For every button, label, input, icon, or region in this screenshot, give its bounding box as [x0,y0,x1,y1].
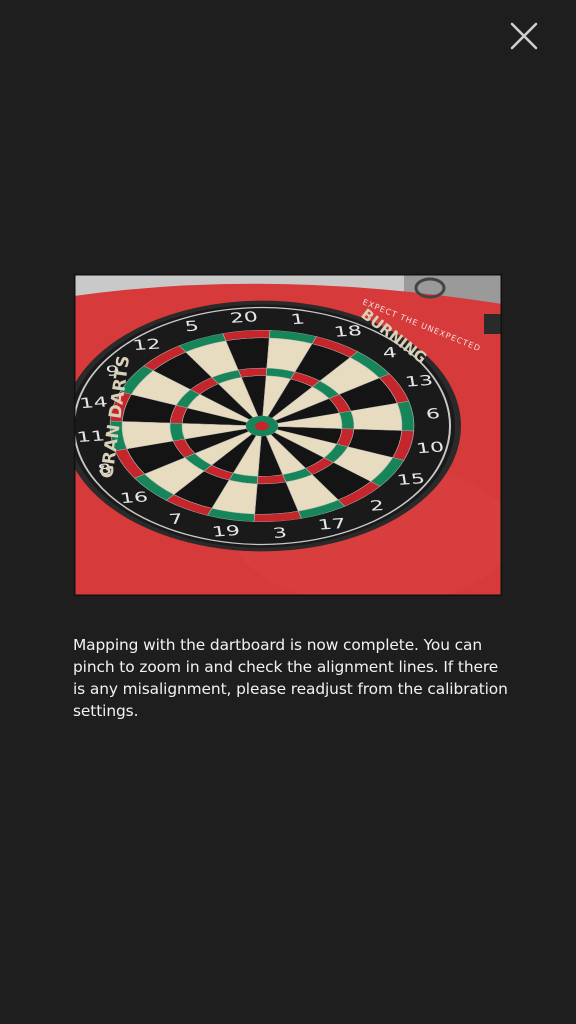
dartboard-image: EXPECT THE UNEXPECTED 20 1184136101521731… [74,274,502,596]
board-number: 18 [333,323,363,341]
board-number: 6 [425,406,442,423]
board-number: 19 [211,523,241,541]
board-number: 3 [272,525,289,542]
board-number: 15 [396,471,426,489]
board-number: 7 [168,511,185,528]
dartboard-mapping-photo[interactable]: EXPECT THE UNEXPECTED 20 1 18 4 13 6 10 15 2 17 3 1… [74,274,502,596]
close-button[interactable] [505,17,543,55]
board-number: 2 [369,498,386,515]
board-number: 16 [119,489,149,507]
board-number: 1 [289,311,306,328]
close-icon [510,22,538,50]
calibration-result-screen: EXPECT THE UNEXPECTED 20 1 18 4 13 6 10 15 2 17 3 1… [0,0,576,1024]
mapping-complete-message: Mapping with the dartboard is now comple… [73,636,508,720]
board-number: 12 [132,336,162,354]
board-number: 17 [317,516,347,534]
board-number: 14 [78,394,108,412]
board-number: 10 [415,439,445,457]
board-number: 5 [184,318,201,335]
board-number: 13 [404,373,434,391]
board-number: 20 [229,309,259,327]
